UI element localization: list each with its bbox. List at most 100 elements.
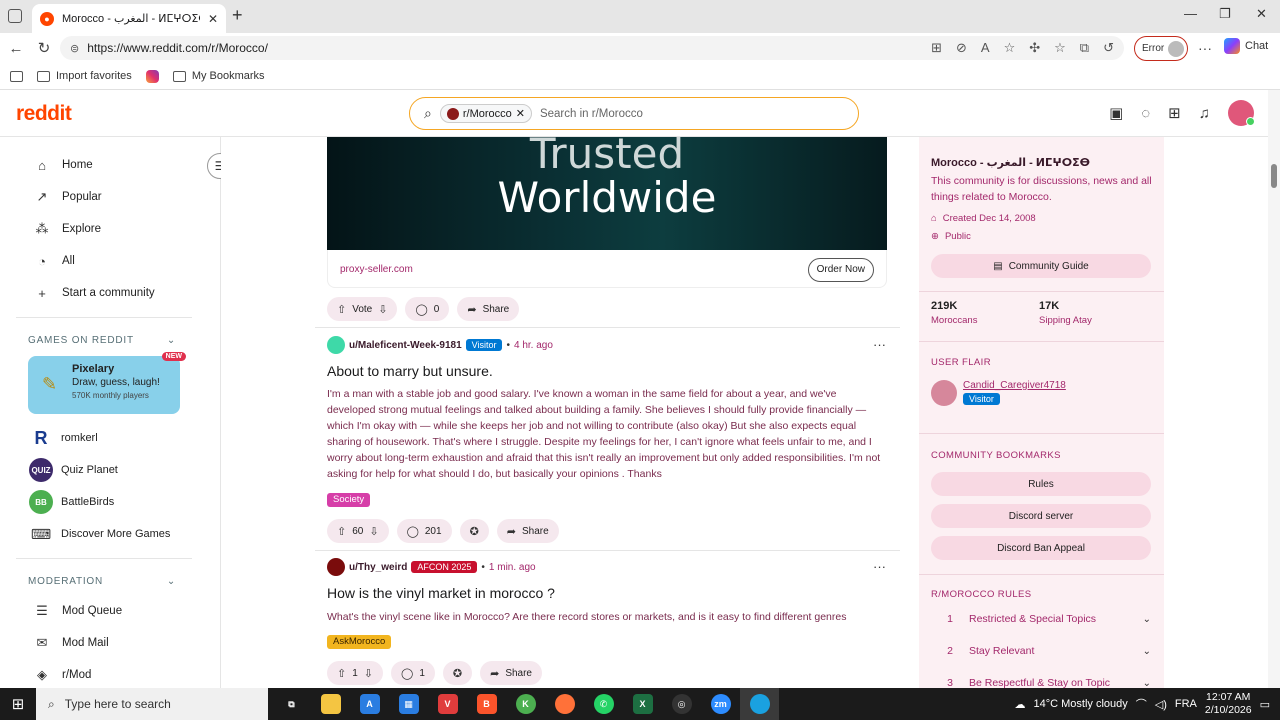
- bookmark-import-favorites[interactable]: Import favorites: [37, 70, 132, 82]
- extensions-icon[interactable]: ✣: [1029, 40, 1040, 56]
- nav-mod-mail[interactable]: ✉ Mod Mail: [0, 627, 220, 659]
- award-button[interactable]: ✪: [442, 661, 473, 685]
- minimize-icon[interactable]: —: [1184, 6, 1197, 21]
- bookmark-instagram[interactable]: [145, 69, 159, 83]
- settings-more-icon[interactable]: ···: [1198, 40, 1212, 56]
- post-more-icon[interactable]: ···: [873, 559, 886, 574]
- remove-chip-icon[interactable]: ✕: [516, 107, 525, 120]
- user-flair-preview[interactable]: Candid_Caregiver4718 Visitor: [931, 380, 1066, 406]
- close-window-icon[interactable]: ✕: [1256, 6, 1267, 22]
- comments-button[interactable]: ◯ 201: [396, 519, 452, 543]
- nav-r-mod[interactable]: ◈ r/Mod: [0, 659, 220, 688]
- reddit-logo[interactable]: reddit: [16, 102, 72, 126]
- brave-icon[interactable]: B: [467, 688, 506, 720]
- nav-popular[interactable]: ↗ Popular: [0, 181, 220, 213]
- whatsapp-icon[interactable]: ✆: [584, 688, 623, 720]
- search-input[interactable]: Search in r/Morocco: [540, 108, 643, 120]
- post-tag[interactable]: Society: [327, 493, 371, 507]
- game-quiz-planet[interactable]: QUIZ Quiz Planet: [0, 454, 220, 486]
- bookmark-ban-appeal-button[interactable]: Discord Ban Appeal: [931, 536, 1151, 560]
- rule-item[interactable]: 1 Restricted & Special Topics ⌄: [931, 613, 1151, 625]
- bookmark-my-bookmarks[interactable]: My Bookmarks: [172, 70, 265, 82]
- share-button[interactable]: ➦ Share: [496, 519, 559, 543]
- favorite-star-icon[interactable]: ☆: [1004, 40, 1016, 56]
- app-icon[interactable]: ◎: [662, 688, 701, 720]
- post-title[interactable]: About to marry but unsure.: [327, 363, 493, 379]
- ad-image[interactable]: Trusted Worldwide: [327, 137, 887, 250]
- game-romkerl[interactable]: Rromkerl: [0, 422, 220, 454]
- user-avatar[interactable]: [1228, 100, 1255, 126]
- moderation-section-header[interactable]: MODERATION ⌄: [0, 567, 220, 595]
- task-view-icon[interactable]: ⧉: [272, 688, 311, 720]
- comments-button[interactable]: ◯ 1: [391, 661, 435, 685]
- history-icon[interactable]: ↺: [1103, 40, 1114, 56]
- apps-icon[interactable]: ⊞: [931, 40, 942, 56]
- user-avatar[interactable]: [327, 558, 345, 576]
- nav-all[interactable]: ◔ All: [0, 245, 220, 277]
- excel-icon[interactable]: X: [623, 688, 662, 720]
- vote-button[interactable]: ⇧ 1 ⇩: [327, 661, 383, 685]
- reading-list-icon[interactable]: [10, 70, 23, 82]
- order-now-button[interactable]: Order Now: [807, 258, 874, 282]
- notification-icon[interactable]: ▭: [1260, 698, 1270, 711]
- community-guide-button[interactable]: ▤ Community Guide: [931, 254, 1151, 278]
- ad-domain[interactable]: proxy-seller.com: [340, 264, 413, 275]
- language[interactable]: FRA: [1175, 698, 1197, 710]
- post-author[interactable]: u/Maleficent-Week-9181: [349, 340, 462, 351]
- file-explorer-icon[interactable]: [311, 688, 350, 720]
- tab-actions-icon[interactable]: [8, 9, 22, 23]
- weather-text[interactable]: 14°C Mostly cloudy: [1033, 698, 1127, 710]
- search-bar[interactable]: ⌕ r/Morocco ✕ Search in r/Morocco: [409, 97, 859, 130]
- favorites-icon[interactable]: ☆: [1054, 40, 1066, 56]
- games-section-header[interactable]: GAMES ON REDDIT ⌄: [0, 326, 220, 354]
- browser-tab[interactable]: ● Morocco - المغرب - ⵍⵎⵖⵔⵉⴱ ✕: [32, 4, 226, 33]
- app-icon[interactable]: A: [350, 688, 389, 720]
- store-icon[interactable]: ▦: [389, 688, 428, 720]
- zoom-icon[interactable]: zm: [701, 688, 740, 720]
- read-aloud-icon[interactable]: A: [981, 40, 990, 56]
- pixelary-game-card[interactable]: ✎ Pixelary Draw, guess, laugh! 570K mont…: [28, 352, 186, 414]
- nav-home[interactable]: ⌂ Home: [0, 149, 220, 181]
- maximize-icon[interactable]: ❐: [1219, 6, 1231, 22]
- taskbar-search[interactable]: ⌕ Type here to search: [36, 688, 268, 720]
- collections-icon[interactable]: ⧉: [1080, 40, 1089, 56]
- ad-vote-button[interactable]: ⇧ Vote ⇩: [327, 297, 398, 321]
- rule-item[interactable]: 2 Stay Relevant ⌄: [931, 645, 1151, 657]
- nav-mod-queue[interactable]: ☰ Mod Queue: [0, 595, 220, 627]
- refresh-icon[interactable]: ↻: [30, 39, 58, 57]
- post-tag[interactable]: AskMorocco: [327, 635, 392, 649]
- network-icon[interactable]: ⌒: [1136, 696, 1147, 712]
- nav-explore[interactable]: ⁂ Explore: [0, 213, 220, 245]
- page-scrollbar[interactable]: [1268, 90, 1280, 688]
- advertise-icon[interactable]: ▣: [1109, 104, 1123, 122]
- weather-icon[interactable]: ☁: [1014, 698, 1025, 711]
- edge-icon[interactable]: [740, 688, 779, 720]
- back-icon[interactable]: ←: [2, 40, 30, 57]
- post-body[interactable]: I'm a man with a stable job and good sal…: [327, 386, 887, 482]
- game-battlebirds[interactable]: BB BattleBirds: [0, 486, 220, 518]
- chat-icon[interactable]: ◌: [1141, 105, 1150, 122]
- award-button[interactable]: ✪: [459, 519, 489, 543]
- volume-icon[interactable]: ◁): [1155, 698, 1167, 711]
- post-author[interactable]: u/Thy_weird: [349, 562, 407, 573]
- discover-more-games[interactable]: ⌨ Discover More Games: [0, 518, 220, 550]
- post-title[interactable]: How is the vinyl market in morocco ?: [327, 585, 555, 601]
- url-field[interactable]: ⊜ https://www.reddit.com/r/Morocco/ ⊞ ⊘ …: [60, 36, 1124, 60]
- vote-button[interactable]: ⇧ 60 ⇩: [327, 519, 389, 543]
- vivaldi-icon[interactable]: V: [428, 688, 467, 720]
- create-post-icon[interactable]: ⊞: [1168, 104, 1181, 122]
- bookmark-rules-button[interactable]: Rules: [931, 472, 1151, 496]
- post-body[interactable]: What's the vinyl scene like in Morocco? …: [327, 609, 887, 625]
- rule-item[interactable]: 3 Be Respectful & Stay on Topic ⌄: [931, 677, 1151, 688]
- ad-share-button[interactable]: ➦ Share: [457, 297, 520, 321]
- post-more-icon[interactable]: ···: [873, 337, 886, 352]
- subreddit-search-chip[interactable]: r/Morocco ✕: [439, 104, 532, 123]
- nav-start-community[interactable]: + Start a community: [0, 277, 220, 309]
- firefox-icon[interactable]: [545, 688, 584, 720]
- notifications-bell-icon[interactable]: ♫: [1199, 105, 1210, 122]
- scrollbar-thumb[interactable]: [1271, 164, 1277, 188]
- share-button[interactable]: ➦ Share: [480, 661, 542, 685]
- new-tab-button[interactable]: +: [232, 5, 243, 26]
- close-tab-icon[interactable]: ✕: [208, 12, 218, 26]
- profile-error-button[interactable]: Error: [1134, 36, 1188, 61]
